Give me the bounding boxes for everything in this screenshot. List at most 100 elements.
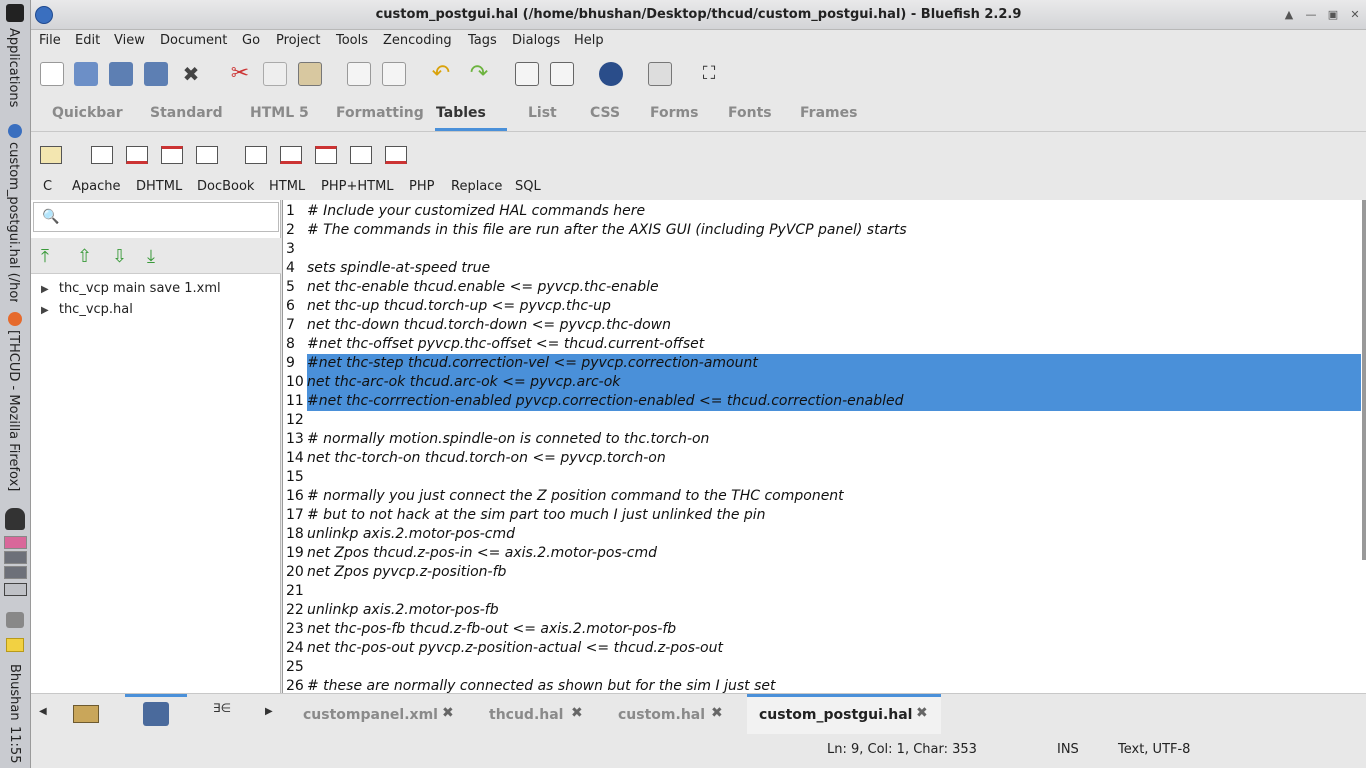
close-icon[interactable]: ✖ xyxy=(179,62,203,86)
copy-icon[interactable] xyxy=(263,62,287,86)
code-line[interactable]: 12 xyxy=(283,411,1361,430)
open-file-icon[interactable] xyxy=(74,62,98,86)
code-line[interactable]: 19 net Zpos thcud.z-pos-in <= axis.2.moto… xyxy=(283,544,1361,563)
code-line[interactable]: 18 unlinkp axis.2.motor-pos-cmd xyxy=(283,525,1361,544)
paste-icon[interactable] xyxy=(298,62,322,86)
notes-icon[interactable] xyxy=(6,638,24,652)
save-icon[interactable] xyxy=(109,62,133,86)
code-line[interactable]: 13 # normally motion.spindle-on is connet… xyxy=(283,430,1361,449)
code-line[interactable]: 11 #net thc-corrrection-enabled pyvcp.cor… xyxy=(283,392,1361,411)
menu-file[interactable]: File xyxy=(39,33,61,48)
cut-icon[interactable]: ✂ xyxy=(228,62,252,86)
shade-icon[interactable]: ▲ xyxy=(1281,7,1297,23)
code-line[interactable]: 3 xyxy=(283,240,1361,259)
lang-c[interactable]: C xyxy=(43,179,52,194)
code-line[interactable]: 2 # The commands in this file are run aft… xyxy=(283,221,1361,240)
menu-dialogs[interactable]: Dialogs xyxy=(512,33,560,48)
new-file-icon[interactable] xyxy=(40,62,64,86)
preview-browser-icon[interactable] xyxy=(599,62,623,86)
tree-item[interactable]: ▶ thc_vcp.hal xyxy=(41,302,133,317)
code-editor[interactable]: 1 # Include your customized HAL commands … xyxy=(282,200,1366,693)
menu-tags[interactable]: Tags xyxy=(468,33,497,48)
tab-css[interactable]: CSS xyxy=(590,105,620,121)
doc-tab-thcud[interactable]: thcud.hal xyxy=(489,707,563,723)
table-caption-icon[interactable] xyxy=(385,146,407,164)
tab-frames[interactable]: Frames xyxy=(800,105,857,121)
save-as-icon[interactable] xyxy=(144,62,168,86)
code-line[interactable]: 24 net thc-pos-out pyvcp.z-position-actua… xyxy=(283,639,1361,658)
workspace-2[interactable] xyxy=(4,551,27,564)
doc-tab-custompanel[interactable]: custompanel.xml xyxy=(303,707,438,723)
unindent-icon[interactable] xyxy=(515,62,539,86)
menu-zencoding[interactable]: Zencoding xyxy=(383,33,452,48)
doc-tab-custom-postgui[interactable]: custom_postgui.hal xyxy=(759,707,912,723)
go-down-icon[interactable]: ⇩ xyxy=(112,246,132,267)
maximize-icon[interactable]: ▣ xyxy=(1325,7,1341,23)
code-line[interactable]: 4 sets spindle-at-speed true xyxy=(283,259,1361,278)
close-tab-icon[interactable]: ✖ xyxy=(571,705,583,721)
taskbar-window-bluefish[interactable]: custom_postgui.hal (/hor xyxy=(6,142,21,302)
code-line[interactable]: 26 # these are normally connected as show… xyxy=(283,677,1361,693)
tree-item[interactable]: ▶ thc_vcp main save 1.xml xyxy=(41,281,221,296)
redo-icon[interactable]: ↷ xyxy=(467,62,491,86)
table-header-icon[interactable] xyxy=(161,146,183,164)
table-dialog-icon[interactable] xyxy=(245,146,267,164)
menu-view[interactable]: View xyxy=(114,33,145,48)
editor-scrollbar[interactable] xyxy=(1362,200,1366,560)
code-line[interactable]: 7 net thc-down thcud.torch-down <= pyvcp.… xyxy=(283,316,1361,335)
code-line[interactable]: 25 xyxy=(283,658,1361,677)
close-tab-icon[interactable]: ✖ xyxy=(711,705,723,721)
code-line[interactable]: 22 unlinkp axis.2.motor-pos-fb xyxy=(283,601,1361,620)
go-top-icon[interactable]: ⤒ xyxy=(41,246,61,267)
code-line[interactable]: 1 # Include your customized HAL commands … xyxy=(283,202,1361,221)
workspace-3[interactable] xyxy=(4,566,27,579)
expand-icon[interactable]: ▶ xyxy=(41,284,49,295)
expand-icon[interactable]: ▶ xyxy=(41,305,49,316)
table-data-dialog-icon[interactable] xyxy=(350,146,372,164)
charmap-panel-icon[interactable]: ∃∈ xyxy=(213,702,239,726)
close-tab-icon[interactable]: ✖ xyxy=(916,705,928,721)
code-line[interactable]: 14 net thc-torch-on thcud.torch-on <= pyv… xyxy=(283,449,1361,468)
penguin-icon[interactable] xyxy=(5,508,25,530)
code-line[interactable]: 6 net thc-up thcud.torch-up <= pyvcp.thc-… xyxy=(283,297,1361,316)
menu-document[interactable]: Document xyxy=(160,33,227,48)
fullscreen-icon[interactable]: ⛶ xyxy=(697,62,721,86)
tab-forms[interactable]: Forms xyxy=(650,105,698,121)
doc-tab-custom[interactable]: custom.hal xyxy=(618,707,705,723)
close-window-icon[interactable]: ✕ xyxy=(1347,7,1363,23)
tab-list[interactable]: List xyxy=(528,105,557,121)
system-menu-icon[interactable] xyxy=(6,4,24,22)
taskbar-window-firefox[interactable]: [THCUD - Mozilla Firefox] xyxy=(6,330,21,495)
lang-php[interactable]: PHP xyxy=(409,179,434,194)
table-wizard-icon[interactable] xyxy=(40,146,62,164)
lang-html[interactable]: HTML xyxy=(269,179,305,194)
code-line[interactable]: 9 #net thc-step thcud.correction-vel <= p… xyxy=(283,354,1361,373)
bookmarks-panel-icon[interactable] xyxy=(143,702,169,726)
filebrowser-panel-icon[interactable] xyxy=(73,705,99,723)
menu-go[interactable]: Go xyxy=(242,33,260,48)
go-bottom-icon[interactable]: ⤓ xyxy=(147,246,167,267)
tab-tables[interactable]: Tables xyxy=(436,105,486,121)
encoding[interactable]: Text, UTF-8 xyxy=(1118,742,1190,757)
tools-icon[interactable] xyxy=(6,612,24,628)
undo-icon[interactable]: ↶ xyxy=(429,62,453,86)
go-up-icon[interactable]: ⇧ xyxy=(77,246,97,267)
lang-dhtml[interactable]: DHTML xyxy=(136,179,182,194)
indent-icon[interactable] xyxy=(550,62,574,86)
table-row-dialog-icon[interactable] xyxy=(280,146,302,164)
code-line[interactable]: 5 net thc-enable thcud.enable <= pyvcp.th… xyxy=(283,278,1361,297)
applications-menu[interactable]: Applications xyxy=(6,28,21,107)
tab-standard[interactable]: Standard xyxy=(150,105,223,121)
code-line[interactable]: 10 net thc-arc-ok thcud.arc-ok <= pyvcp.a… xyxy=(283,373,1361,392)
code-line[interactable]: 15 xyxy=(283,468,1361,487)
scroll-left-icon[interactable]: ◀ xyxy=(39,706,47,717)
table-header-dialog-icon[interactable] xyxy=(315,146,337,164)
menu-project[interactable]: Project xyxy=(276,33,320,48)
lang-replace[interactable]: Replace xyxy=(451,179,502,194)
menu-tools[interactable]: Tools xyxy=(336,33,368,48)
minimize-icon[interactable]: — xyxy=(1303,7,1319,23)
replace-icon[interactable] xyxy=(382,62,406,86)
table-icon[interactable] xyxy=(91,146,113,164)
code-line[interactable]: 23 net thc-pos-fb thcud.z-fb-out <= axis.… xyxy=(283,620,1361,639)
workspace-1[interactable] xyxy=(4,536,27,549)
